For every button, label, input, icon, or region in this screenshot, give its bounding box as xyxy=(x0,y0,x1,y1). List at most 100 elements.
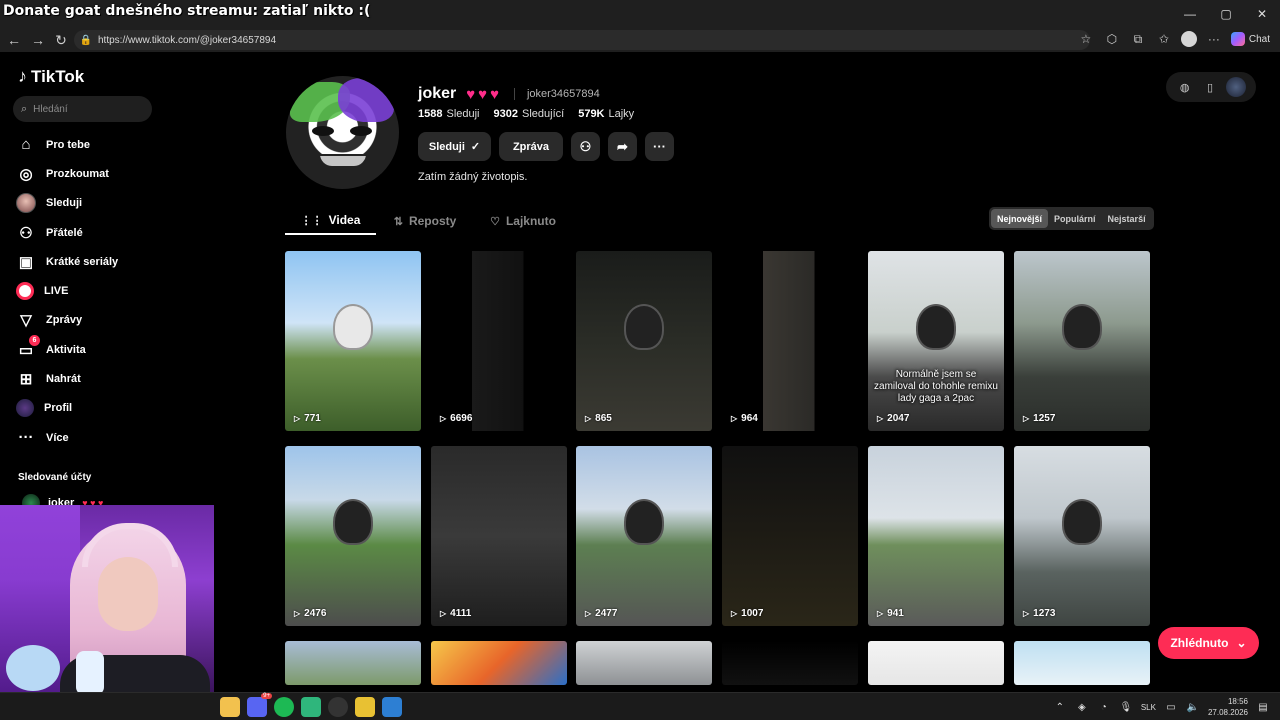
video-thumbnail[interactable]: ▷ 4111 xyxy=(431,446,567,626)
language-indicator[interactable]: SLK xyxy=(1141,703,1156,712)
following-button[interactable]: Sleduji ✓ xyxy=(418,132,491,161)
profile-avatar[interactable] xyxy=(286,76,399,189)
sort-oldest[interactable]: Nejstarší xyxy=(1102,209,1152,228)
video-thumbnail[interactable] xyxy=(576,641,712,685)
stat-following[interactable]: 1588 Sleduji xyxy=(418,108,480,120)
search-input[interactable] xyxy=(33,103,134,115)
sidebar-item-zpravy[interactable]: ▽ Zprávy xyxy=(16,306,246,335)
sidebar-item-pratele[interactable]: ⚇ Přátelé xyxy=(16,218,246,247)
play-icon: ▷ xyxy=(585,414,592,423)
video-thumbnail[interactable] xyxy=(431,641,567,685)
phone-icon[interactable]: ▯ xyxy=(1201,78,1219,96)
app-icon[interactable] xyxy=(355,697,375,717)
video-thumbnail[interactable]: ▷ 1257 xyxy=(1014,251,1150,431)
webcam-headset xyxy=(82,523,178,567)
favorites-icon[interactable]: ✩ xyxy=(1155,30,1173,48)
file-explorer-icon[interactable] xyxy=(220,697,240,717)
video-thumbnail[interactable]: ▷ 2477 xyxy=(576,446,712,626)
url-field[interactable]: 🔒 https://www.tiktok.com/@joker34657894 xyxy=(74,30,1090,50)
video-thumbnail[interactable]: ▷ 865 xyxy=(576,251,712,431)
display-icon[interactable]: ▭ xyxy=(1164,700,1178,714)
chevron-up-icon[interactable]: ⌃ xyxy=(1053,700,1067,714)
view-count-value: 1257 xyxy=(1033,413,1056,424)
video-thumbnail[interactable]: ▷ 1273 xyxy=(1014,446,1150,626)
watched-label: Zhlédnuto xyxy=(1170,636,1229,650)
video-thumbnail[interactable] xyxy=(722,641,858,685)
minimize-icon[interactable]: — xyxy=(1172,0,1208,28)
share-button[interactable]: ➦ xyxy=(608,132,637,161)
video-thumbnail[interactable]: ▷ 771 xyxy=(285,251,421,431)
obs-icon[interactable] xyxy=(328,697,348,717)
followed-accounts-title: Sledované účty xyxy=(18,472,92,483)
video-scene xyxy=(722,446,858,626)
tab-videa[interactable]: ⋮⋮ Videa xyxy=(285,207,376,235)
watched-button[interactable]: Zhlédnuto ⌄ xyxy=(1158,627,1259,659)
account-avatar[interactable] xyxy=(1226,77,1247,97)
avatar-mouth xyxy=(318,154,368,168)
video-thumbnail[interactable]: ▷ 941 xyxy=(868,446,1004,626)
view-count-value: 2047 xyxy=(887,413,910,424)
add-user-icon: ⚇ xyxy=(579,138,592,154)
clock[interactable]: 18:56 27.08.2026 xyxy=(1208,696,1248,718)
tab-lajknuto[interactable]: ♡ Lajknuto xyxy=(474,207,572,235)
notifications-icon[interactable]: ▤ xyxy=(1256,700,1270,714)
chevron-down-icon: ⌄ xyxy=(1236,636,1247,650)
sidebar-item-pro-tebe[interactable]: ⌂ Pro tebe xyxy=(16,130,246,159)
tiktok-logo[interactable]: ♪ TikTok xyxy=(18,66,84,87)
more-options-button[interactable]: ··· xyxy=(645,132,674,161)
video-thumbnail[interactable] xyxy=(285,641,421,685)
maximize-icon[interactable]: ▢ xyxy=(1208,0,1244,28)
stat-label: Sleduji xyxy=(446,108,480,120)
sidebar-item-profil[interactable]: Profil xyxy=(16,394,246,423)
close-icon[interactable]: ✕ xyxy=(1244,0,1280,28)
video-view-count: ▷ 1273 xyxy=(1023,608,1055,619)
app-icon[interactable] xyxy=(382,697,402,717)
video-view-count: ▷ 4111 xyxy=(440,608,471,619)
grid-icon: ⋮⋮ xyxy=(300,214,323,227)
split-screen-icon[interactable]: ⧉ xyxy=(1129,30,1147,48)
sort-popular[interactable]: Populární xyxy=(1048,209,1102,228)
profile-actions: Sleduji ✓ Zpráva ⚇ ➦ ··· xyxy=(418,132,674,161)
tab-reposty[interactable]: ⇅ Reposty xyxy=(376,207,474,235)
video-thumbnail[interactable]: ▷ 964 xyxy=(722,251,858,431)
sidebar-item-aktivita[interactable]: ▭ 6 Aktivita xyxy=(16,334,246,364)
stat-followers[interactable]: 9302 Sledující xyxy=(494,108,565,120)
video-thumbnail[interactable]: ▷ 1007 xyxy=(722,446,858,626)
network-icon[interactable]: ◔ xyxy=(1097,700,1111,714)
activity-icon: ▭ 6 xyxy=(16,334,40,360)
spotify-icon[interactable] xyxy=(274,697,294,717)
microphone-icon[interactable]: 🎙 xyxy=(1119,700,1133,714)
video-thumbnail[interactable]: ▷ 2476 xyxy=(285,446,421,626)
forward-icon[interactable]: → xyxy=(28,31,48,49)
video-thumbnail[interactable] xyxy=(868,641,1004,685)
sidebar-item-prozkoumat[interactable]: ◎ Prozkoumat xyxy=(16,159,246,188)
extensions-icon[interactable]: ⬡ xyxy=(1103,30,1121,48)
profile-icon xyxy=(16,399,34,418)
discord-icon[interactable]: 9+ xyxy=(247,693,272,717)
video-thumbnail[interactable] xyxy=(1014,641,1150,685)
add-friend-button[interactable]: ⚇ xyxy=(571,132,600,161)
copilot-chat-button[interactable]: Chat xyxy=(1230,32,1270,46)
volume-icon[interactable]: 🔈 xyxy=(1186,700,1200,714)
sidebar-item-kratke-serialy[interactable]: ▣ Krátké seriály xyxy=(16,247,246,276)
more-menu-icon[interactable]: ··· xyxy=(1205,30,1223,48)
browser-profile-avatar[interactable] xyxy=(1180,31,1197,47)
sidebar-item-sleduji[interactable]: Sleduji xyxy=(16,189,246,218)
message-button[interactable]: Zpráva xyxy=(499,132,563,161)
sort-newest[interactable]: Nejnovější xyxy=(991,209,1049,228)
sidebar-item-nahrat[interactable]: ⊞ Nahrát xyxy=(16,364,246,393)
favorite-star-icon[interactable]: ☆ xyxy=(1077,30,1095,48)
coins-icon[interactable]: ◍ xyxy=(1176,78,1194,96)
app-icon[interactable] xyxy=(301,697,321,717)
refresh-icon[interactable]: ↻ xyxy=(51,31,71,49)
security-icon[interactable]: ◈ xyxy=(1075,700,1089,714)
sidebar-item-live[interactable]: LIVE xyxy=(16,276,246,305)
search-box[interactable]: ⌕ xyxy=(13,96,152,122)
sidebar-item-vice[interactable]: ··· Více xyxy=(16,423,246,452)
stat-value: 9302 xyxy=(493,108,518,120)
video-thumbnail[interactable]: ▷ 6696 xyxy=(431,251,567,431)
video-scene xyxy=(868,446,1004,626)
video-view-count: ▷ 865 xyxy=(585,413,612,424)
back-icon[interactable]: ← xyxy=(4,31,24,49)
video-thumbnail[interactable]: Normálně jsem se zamiloval do tohohle re… xyxy=(868,251,1004,431)
